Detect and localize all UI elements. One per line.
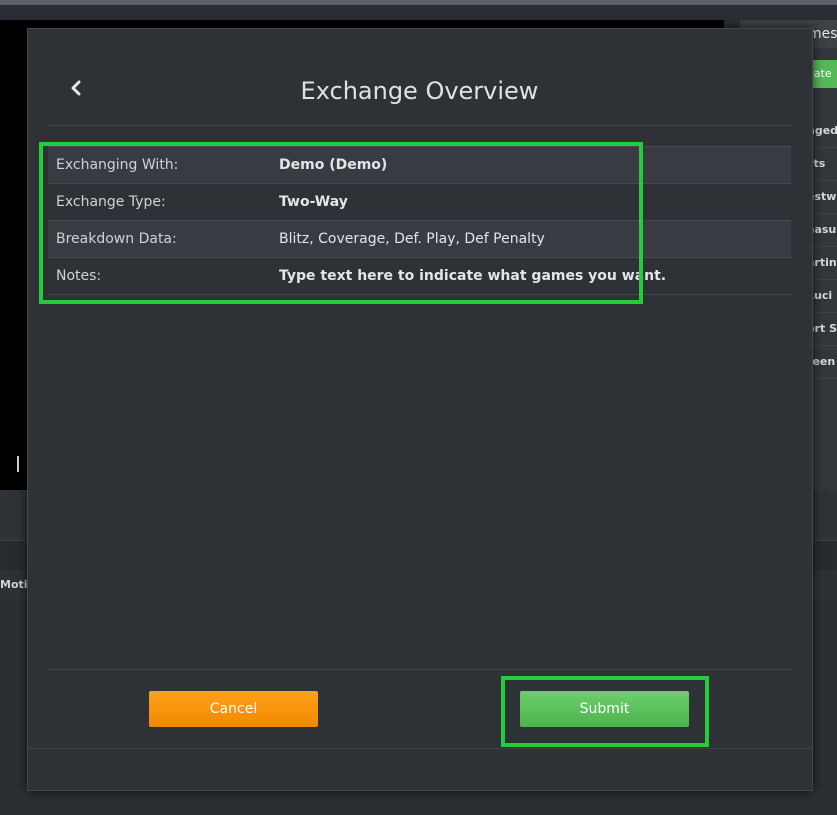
row-value: Type text here to indicate what games yo… — [279, 257, 791, 295]
row-value: Blitz, Coverage, Def. Play, Def Penalty — [279, 220, 791, 258]
row-label: Exchange Type: — [48, 183, 279, 221]
table-row: Breakdown Data: Blitz, Coverage, Def. Pl… — [48, 220, 791, 258]
footer-divider — [48, 669, 791, 670]
table-row: Notes: Type text here to indicate what g… — [48, 257, 791, 295]
table-row: Exchanging With: Demo (Demo) — [48, 146, 791, 184]
overview-table: Exchanging With: Demo (Demo) Exchange Ty… — [48, 146, 791, 295]
modal-bottom-divider — [28, 748, 812, 749]
cancel-button[interactable]: Cancel — [149, 691, 318, 727]
row-value: Two-Way — [279, 183, 791, 221]
table-row: Exchange Type: Two-Way — [48, 183, 791, 221]
app-top-bar — [0, 0, 837, 5]
exchange-overview-modal: Exchange Overview Exchanging With: Demo … — [27, 28, 813, 791]
row-label: Breakdown Data: — [48, 220, 279, 258]
row-label: Notes: — [48, 257, 279, 295]
row-value: Demo (Demo) — [279, 146, 791, 184]
modal-header: Exchange Overview — [48, 59, 791, 126]
submit-button[interactable]: Submit — [520, 691, 689, 727]
row-label: Exchanging With: — [48, 146, 279, 184]
modal-title: Exchange Overview — [300, 77, 539, 105]
video-cursor-mark — [17, 456, 19, 472]
